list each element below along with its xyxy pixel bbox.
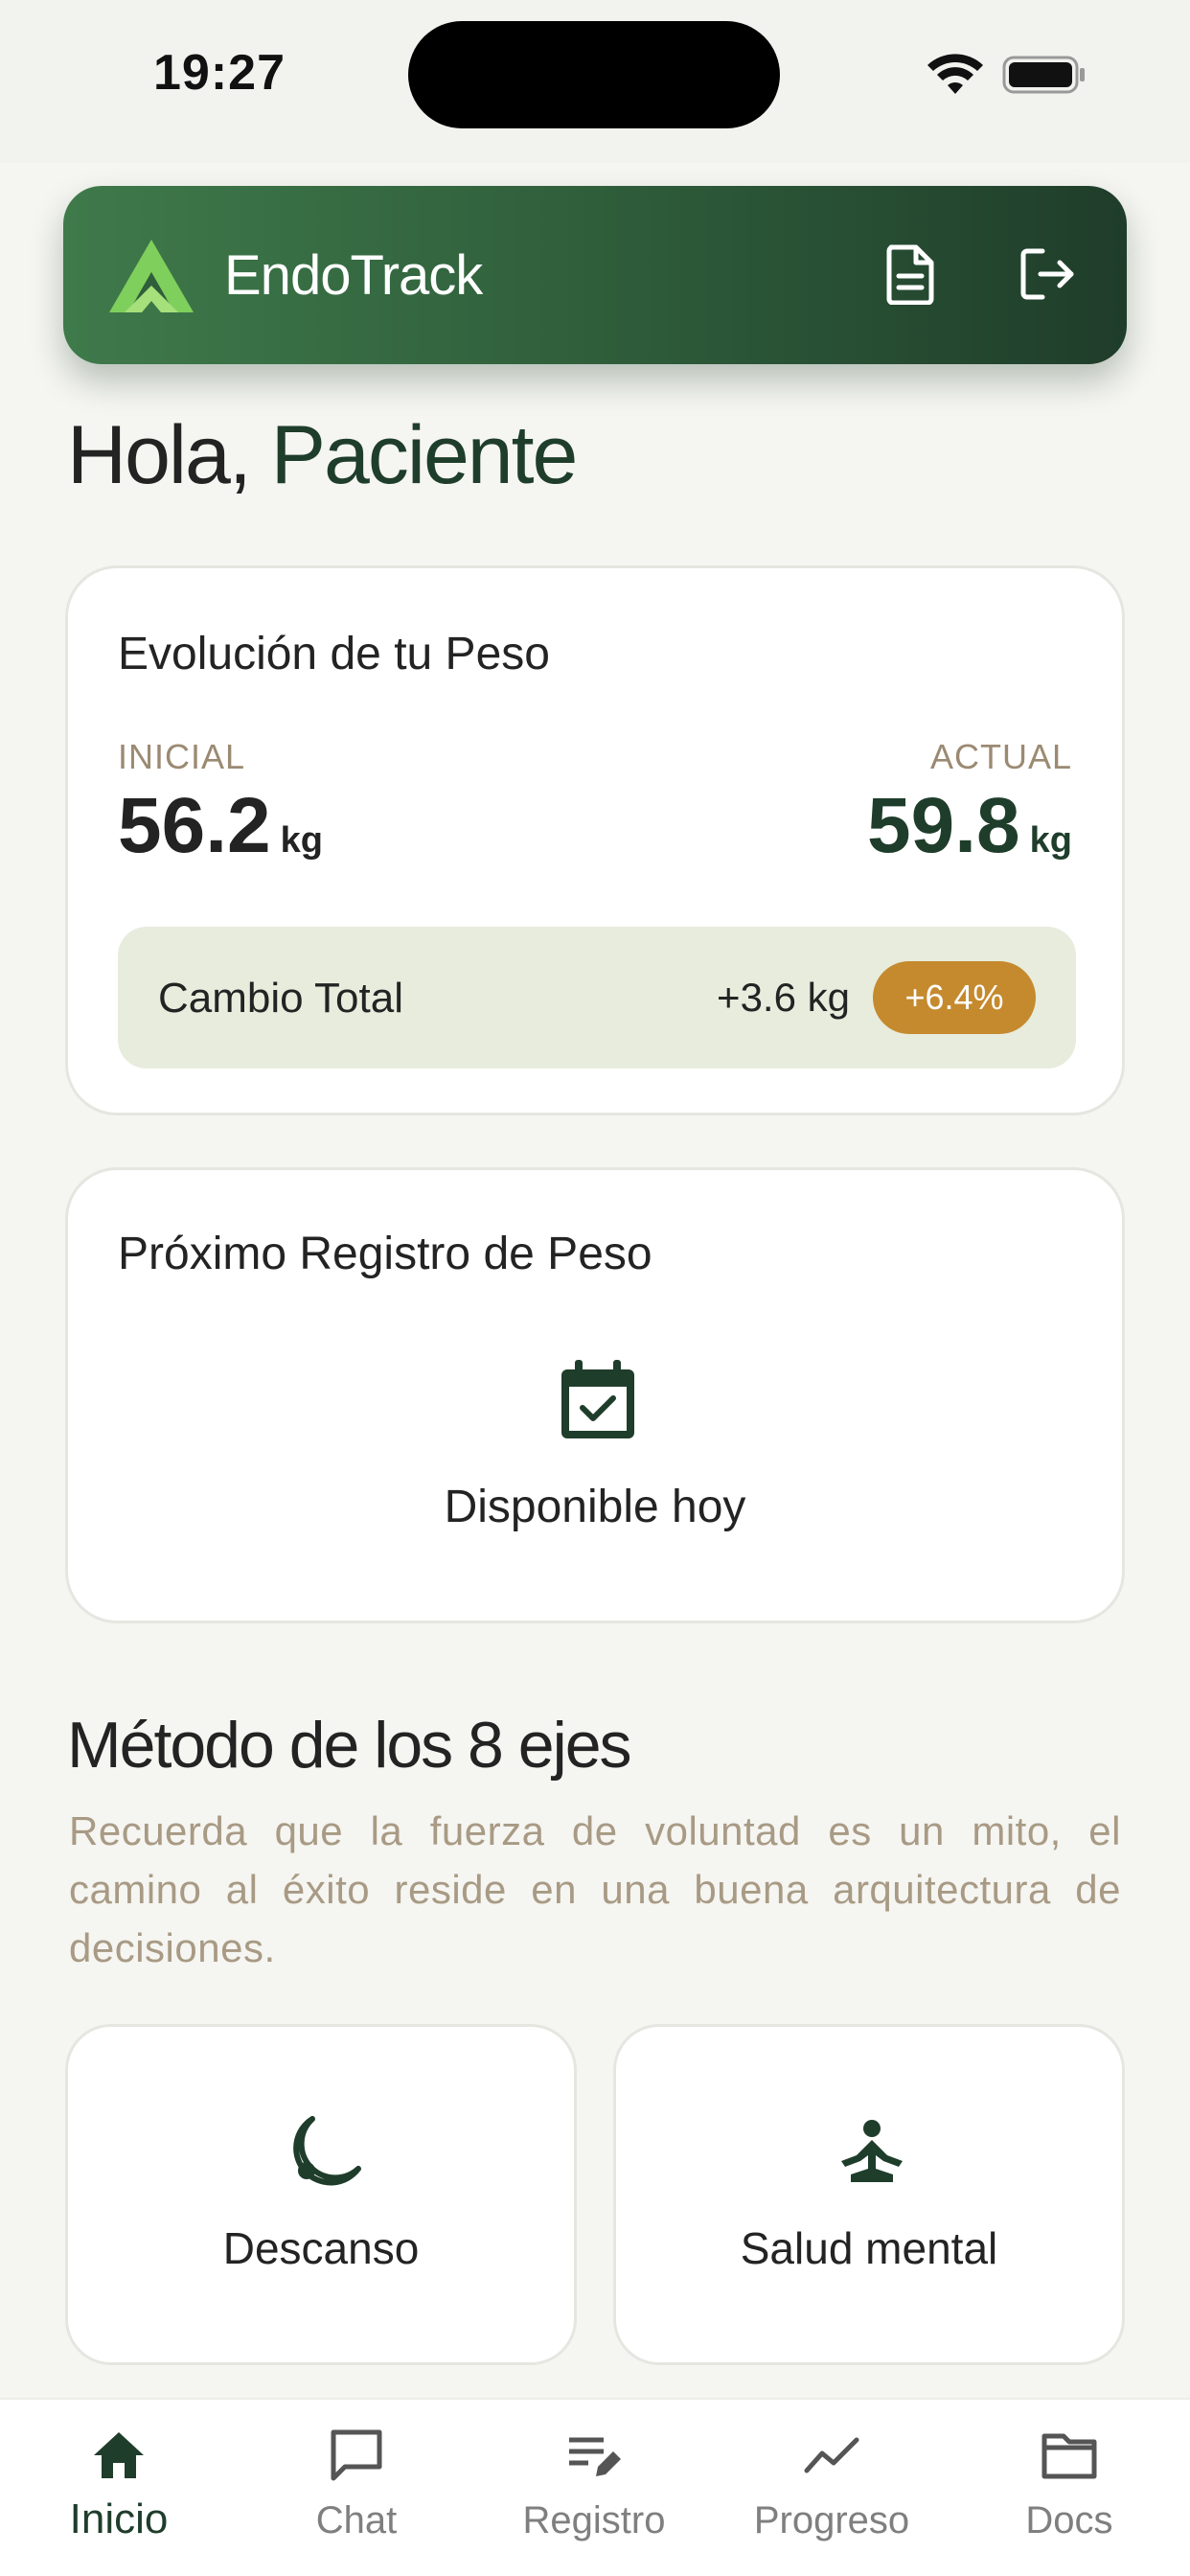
nav-item-inicio[interactable]: Inicio <box>0 2400 238 2576</box>
weight-card-title: Evolución de tu Peso <box>118 629 550 679</box>
bottom-navigation: Inicio Chat Registro Progreso Docs <box>0 2398 1190 2576</box>
wifi-icon <box>927 54 983 94</box>
edit-note-icon <box>569 2437 621 2476</box>
nav-label-inicio: Inicio <box>69 2496 169 2542</box>
total-change-value: +3.6 kg <box>717 975 850 1020</box>
app-title: EndoTrack <box>224 244 483 307</box>
current-weight-unit: kg <box>1029 820 1072 861</box>
moon-icon <box>293 2116 361 2186</box>
document-button[interactable] <box>870 234 950 314</box>
next-record-title: Próximo Registro de Peso <box>118 1229 652 1279</box>
axis-label: Salud mental <box>740 2223 998 2273</box>
patient-name: Paciente <box>270 409 579 501</box>
logout-icon <box>1020 248 1074 300</box>
document-icon <box>886 244 934 305</box>
method-section-title: Método de los 8 ejes <box>67 1709 632 1782</box>
axis-card-salud-mental[interactable]: Salud mental <box>613 2024 1125 2365</box>
total-change-label: Cambio Total <box>158 975 403 1022</box>
chat-icon <box>331 2429 382 2481</box>
nav-item-chat[interactable]: Chat <box>238 2400 475 2576</box>
axis-label: Descanso <box>222 2223 420 2273</box>
nav-item-progreso[interactable]: Progreso <box>713 2400 950 2576</box>
status-time: 19:27 <box>153 45 286 101</box>
meditation-icon <box>841 2120 903 2182</box>
nav-label-progreso: Progreso <box>753 2499 910 2542</box>
initial-weight-unit: kg <box>280 820 323 861</box>
current-weight: 59.8 kg <box>867 787 1072 865</box>
initial-weight-value: 56.2 <box>118 782 271 869</box>
initial-weight: 56.2 kg <box>118 787 323 865</box>
battery-icon <box>1002 56 1085 94</box>
dynamic-island <box>408 21 780 128</box>
folder-icon <box>1041 2433 1097 2479</box>
next-weight-record-card[interactable]: Próximo Registro de Peso Disponible hoy <box>65 1167 1125 1623</box>
weight-evolution-card[interactable]: Evolución de tu Peso INICIAL ACTUAL 56.2… <box>65 565 1125 1116</box>
trend-icon <box>804 2437 859 2473</box>
logout-button[interactable] <box>1008 234 1088 314</box>
nav-label-docs: Docs <box>1025 2499 1113 2542</box>
current-label: ACTUAL <box>929 737 1072 776</box>
nav-label-chat: Chat <box>315 2499 398 2542</box>
status-bar: 19:27 <box>0 0 1190 163</box>
initial-label: INICIAL <box>118 737 246 776</box>
availability-status: Disponible hoy <box>444 1482 746 1532</box>
endotrack-logo-icon <box>109 240 194 312</box>
calendar-check-icon <box>561 1360 634 1438</box>
axis-card-descanso[interactable]: Descanso <box>65 2024 577 2365</box>
change-percent-badge: +6.4% <box>873 961 1036 1034</box>
total-change-box: Cambio Total +3.6 kg +6.4% <box>118 927 1076 1069</box>
greeting: Hola, Paciente <box>67 408 579 503</box>
nav-item-docs[interactable]: Docs <box>950 2400 1188 2576</box>
current-weight-value: 59.8 <box>867 782 1020 869</box>
nav-label-registro: Registro <box>522 2499 666 2542</box>
greeting-prefix: Hola, <box>67 409 271 501</box>
app-header: EndoTrack <box>63 186 1127 364</box>
method-description: Recuerda que la fuerza de voluntad es un… <box>69 1808 1121 1970</box>
nav-item-registro[interactable]: Registro <box>475 2400 713 2576</box>
home-icon <box>94 2432 144 2478</box>
